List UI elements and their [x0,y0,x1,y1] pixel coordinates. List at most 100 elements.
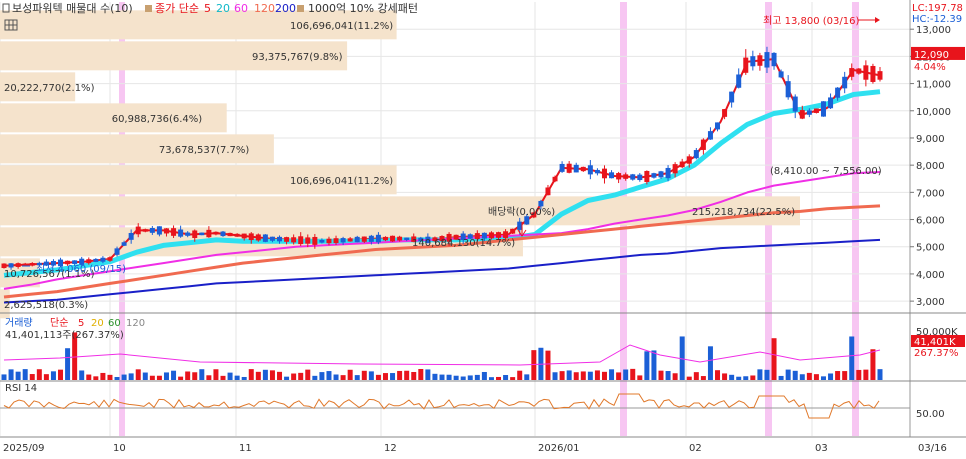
volume-bar-2 [15,371,21,380]
candle-body-117 [828,97,834,109]
volume-bar-123 [870,349,876,380]
legend-title: 보성파워텍 매물대 수(10) [12,2,133,15]
volume-bar-87 [616,372,622,380]
candle-body-86 [609,172,615,179]
candle-body-100 [707,131,713,140]
volume-bar-93 [658,370,664,380]
volume-bar-67 [474,374,480,380]
volume-bar-98 [693,372,699,380]
volume-legend-3: 60 [108,318,121,329]
volume-bar-15 [107,374,113,380]
volume-legend-1: 5 [78,318,84,329]
volume-bar-99 [700,376,706,380]
candle-body-41 [291,237,297,243]
candle-body-28 [199,232,205,236]
candle-body-87 [616,173,622,180]
volume-bar-33 [234,375,240,380]
volume-bar-49 [347,369,353,380]
candle-body-30 [213,231,219,235]
x-tick-label-3: 12 [384,443,397,454]
y-tick-label-5: 8,000 [916,161,945,172]
volume-bar-4 [29,374,35,380]
candle-body-33 [234,233,240,237]
candle-body-96 [679,161,685,168]
volume-bar-50 [354,375,360,380]
volume-current-label: 41,401,113주(267.37%) [5,330,124,341]
volume-bar-117 [828,373,834,380]
candle-body-97 [686,156,692,164]
candle-body-120 [849,68,855,77]
volume-bar-21 [149,375,155,380]
candle-body-27 [192,230,198,239]
candle-body-89 [630,174,636,180]
volume-bar-11 [79,370,85,380]
legend-extra-icon [297,5,304,12]
volume-bar-12 [86,374,92,380]
volume-bar-16 [114,376,120,380]
candle-body-113 [799,110,805,119]
x-tick-label-5: 02 [689,443,702,454]
candle-body-73 [517,221,523,230]
y-tick-label-10: 13,000 [916,25,951,36]
x-tick-label-6: 03 [815,443,828,454]
volume-bar-88 [623,369,629,380]
candle-body-124 [877,71,883,80]
candle-body-38 [269,236,275,241]
volume-bar-118 [835,371,841,380]
candle-body-49 [347,238,353,242]
candle-body-110 [778,71,784,78]
volume-profile-label-5: 73,678,537(7.7%) [159,145,250,156]
candle-body-88 [623,174,629,179]
chart-svg[interactable]: 2,625,518(0.3%)10,726,567(1.1%)140,684,1… [0,0,966,455]
volume-bar-5 [36,369,42,380]
candle-body-81 [573,164,579,173]
volume-bar-65 [460,376,466,380]
volume-bar-45 [319,372,325,380]
candle-body-57 [404,237,410,241]
volume-bar-62 [439,374,445,380]
legend-ma60: 60 [234,2,248,15]
candle-body-99 [700,139,706,150]
volume-current-value: 41,401K [914,337,956,348]
volume-bar-122 [863,369,869,380]
candle-body-106 [750,56,756,67]
candle-body-37 [262,234,268,242]
candle-body-34 [241,233,247,239]
candle-body-51 [361,236,367,242]
volume-title: 거래량 [5,317,33,329]
candle-body-26 [185,232,191,236]
candle-body-102 [722,109,728,117]
volume-profile-label-7: 20,222,770(2.1%) [4,83,95,94]
volume-bar-44 [312,375,318,380]
candle-body-108 [764,52,770,68]
candle-body-4 [29,263,35,266]
candle-body-72 [510,228,516,234]
volume-bar-55 [390,373,396,380]
volume-bar-60 [425,369,431,380]
candle-body-53 [375,234,381,243]
hc-label: HC:-12.39 [912,14,962,25]
volume-bar-72 [510,377,516,380]
candle-body-83 [587,165,593,175]
candle-body-93 [658,171,664,178]
volume-bar-69 [488,377,494,380]
y-tick-label-0: 3,000 [916,297,945,308]
volume-bar-109 [771,338,777,380]
legend-ma20: 20 [216,2,230,15]
volume-current-percent: 267.37% [914,348,959,359]
volume-bar-100 [707,346,713,380]
volume-profile-label-2: 140,684,130(14.7%) [412,238,515,249]
volume-profile-label-9: 106,696,041(11.2%) [290,21,393,32]
volume-bar-84 [594,370,600,380]
volume-bar-25 [178,376,184,380]
volume-bar-61 [432,373,438,380]
candle-body-77 [545,187,551,196]
stock-chart[interactable]: 2,625,518(0.3%) 10,726,567(1.1%) 140,684,1… [0,0,966,455]
candle-body-104 [736,74,742,88]
volume-bar-102 [722,373,728,380]
candle-body-121 [856,68,862,74]
volume-bar-95 [672,373,678,380]
candle-body-24 [171,228,177,236]
volume-bar-119 [842,371,848,380]
candle-body-47 [333,238,339,244]
